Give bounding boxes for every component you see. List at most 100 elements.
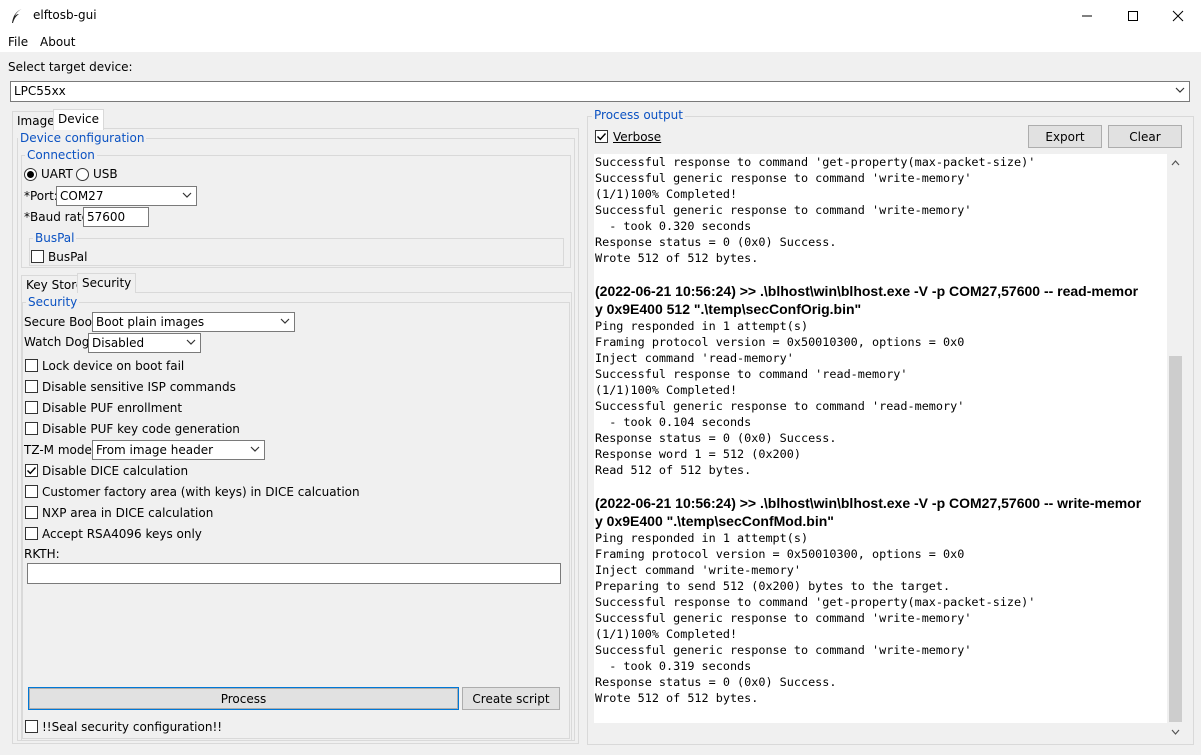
- clear-button[interactable]: Clear: [1108, 125, 1182, 148]
- target-device-value: LPC55xx: [14, 84, 66, 98]
- close-button[interactable]: [1155, 0, 1201, 32]
- output-line: Successful generic response to command '…: [595, 611, 972, 625]
- verbose-label: Verbose: [613, 130, 662, 144]
- disable-dice-label: Disable DICE calculation: [42, 464, 189, 478]
- disable-puf-keycode-checkbox[interactable]: [25, 422, 38, 435]
- output-line: Ping responded in 1 attempt(s): [595, 531, 809, 545]
- maximize-button[interactable]: [1110, 0, 1156, 32]
- lock-device-label: Lock device on boot fail: [42, 359, 185, 373]
- feather-icon: [12, 9, 22, 23]
- menu-file[interactable]: File: [8, 35, 28, 49]
- port-label: *Port:: [24, 189, 58, 203]
- secure-boot-select[interactable]: Boot plain images: [92, 312, 295, 332]
- output-blank-line: [595, 478, 1167, 494]
- process-button[interactable]: Process: [28, 687, 459, 710]
- output-line: (1/1)100% Completed!: [595, 383, 738, 397]
- output-line: Successful generic response to command '…: [595, 171, 972, 185]
- watchdog-select[interactable]: Disabled: [88, 333, 201, 353]
- baud-rate-input[interactable]: 57600: [83, 207, 149, 227]
- rkth-input[interactable]: [27, 563, 561, 584]
- output-line: Successful generic response to command '…: [595, 399, 965, 413]
- output-line: Ping responded in 1 attempt(s): [595, 319, 809, 333]
- customer-factory-dice-label: Customer factory area (with keys) in DIC…: [42, 485, 360, 499]
- scrollbar-thumb[interactable]: [1169, 356, 1182, 722]
- chevron-down-icon: [250, 446, 260, 452]
- tab-security[interactable]: Security: [77, 273, 137, 293]
- output-command-line: (2022-06-21 10:56:24) >> .\blhost\win\bl…: [595, 495, 1142, 511]
- create-script-button[interactable]: Create script: [462, 687, 560, 710]
- checkmark-icon: [27, 467, 37, 475]
- disable-isp-checkbox[interactable]: [25, 380, 38, 393]
- seal-checkbox[interactable]: [25, 720, 38, 733]
- disable-puf-enrollment-checkbox[interactable]: [25, 401, 38, 414]
- rkth-label: RKTH:: [24, 547, 60, 561]
- nxp-area-dice-label: NXP area in DICE calculation: [42, 506, 214, 520]
- minimize-icon: [1082, 15, 1092, 17]
- output-line: Inject command 'write-memory': [595, 563, 801, 577]
- connection-title: Connection: [25, 148, 97, 162]
- minimize-button[interactable]: [1064, 0, 1110, 32]
- scroll-up-icon[interactable]: [1169, 157, 1182, 169]
- uart-label: UART: [41, 167, 73, 181]
- output-line: Response word 1 = 512 (0x200): [595, 447, 801, 461]
- checkmark-icon: [597, 133, 607, 141]
- output-line: Wrote 512 of 512 bytes.: [595, 691, 759, 705]
- output-line: Successful response to command 'read-mem…: [595, 367, 908, 381]
- verbose-checkbox[interactable]: [595, 130, 608, 143]
- target-device-select[interactable]: LPC55xx: [10, 81, 1190, 102]
- export-button[interactable]: Export: [1028, 125, 1102, 148]
- chevron-down-icon: [186, 339, 196, 345]
- output-line: Wrote 512 of 512 bytes.: [595, 251, 759, 265]
- scroll-down-icon[interactable]: [1169, 726, 1182, 738]
- baud-rate-value: 57600: [87, 210, 126, 224]
- output-line: - took 0.104 seconds: [595, 415, 752, 429]
- output-line: Successful generic response to command '…: [595, 203, 972, 217]
- lock-device-checkbox[interactable]: [25, 359, 38, 372]
- maximize-icon: [1128, 11, 1138, 21]
- chevron-down-icon: [1175, 87, 1185, 93]
- buspal-title: BusPal: [33, 231, 77, 245]
- buspal-label: BusPal: [48, 250, 88, 264]
- target-device-label: Select target device:: [8, 60, 133, 74]
- output-line: Response status = 0 (0x0) Success.: [595, 235, 837, 249]
- output-line: Response status = 0 (0x0) Success.: [595, 431, 837, 445]
- process-output-text[interactable]: Successful response to command 'get-prop…: [594, 154, 1167, 723]
- output-line: Successful response to command 'get-prop…: [595, 595, 1036, 609]
- output-line: (1/1)100% Completed!: [595, 627, 738, 641]
- tzm-mode-label: TZ-M mode:: [24, 443, 96, 457]
- output-command-line: y 0x9E400 512 ".\temp\secConfOrig.bin": [595, 301, 862, 317]
- usb-radio[interactable]: [76, 168, 89, 181]
- tzm-mode-select[interactable]: From image header: [92, 440, 265, 460]
- output-command-line: y 0x9E400 ".\temp\secConfMod.bin": [595, 513, 834, 529]
- output-blank-line: [595, 266, 1167, 282]
- nxp-area-dice-checkbox[interactable]: [25, 506, 38, 519]
- process-output-title: Process output: [592, 108, 685, 122]
- disable-puf-enrollment-label: Disable PUF enrollment: [42, 401, 183, 415]
- disable-puf-keycode-label: Disable PUF key code generation: [42, 422, 240, 436]
- close-icon: [1172, 10, 1184, 22]
- output-line: Framing protocol version = 0x50010300, o…: [595, 335, 965, 349]
- seal-label: !!Seal security configuration!!: [42, 720, 223, 734]
- uart-radio[interactable]: [24, 168, 37, 181]
- secure-boot-value: Boot plain images: [96, 315, 205, 329]
- port-select[interactable]: COM27: [56, 186, 197, 206]
- output-line: Read 512 of 512 bytes.: [595, 463, 752, 477]
- customer-factory-dice-checkbox[interactable]: [25, 485, 38, 498]
- buspal-group: [29, 238, 564, 266]
- chevron-down-icon: [280, 318, 290, 324]
- disable-dice-checkbox[interactable]: [25, 464, 38, 477]
- watchdog-label: Watch Dog:: [24, 335, 94, 349]
- tab-device[interactable]: Device: [53, 109, 105, 130]
- output-command-line: (2022-06-21 10:56:24) >> .\blhost\win\bl…: [595, 283, 1139, 299]
- menu-about[interactable]: About: [40, 35, 75, 49]
- output-line: - took 0.320 seconds: [595, 219, 752, 233]
- tzm-mode-value: From image header: [96, 443, 214, 457]
- rsa4096-label: Accept RSA4096 keys only: [42, 527, 202, 541]
- output-line: Preparing to send 512 (0x200) bytes to t…: [595, 579, 951, 593]
- device-config-title: Device configuration: [18, 131, 147, 145]
- disable-isp-label: Disable sensitive ISP commands: [42, 380, 236, 394]
- security-title: Security: [26, 295, 80, 309]
- buspal-checkbox[interactable]: [31, 250, 44, 263]
- rsa4096-checkbox[interactable]: [25, 527, 38, 540]
- output-line: (1/1)100% Completed!: [595, 187, 738, 201]
